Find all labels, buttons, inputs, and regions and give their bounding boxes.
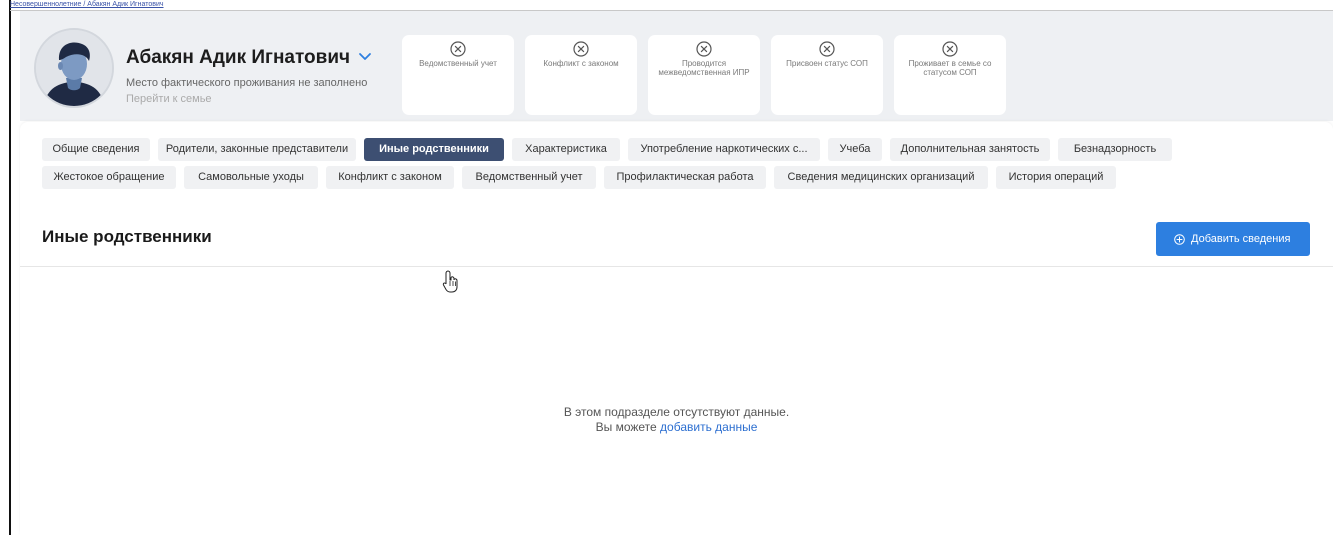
status-card-label: Проживает в семье со статусом СОП (908, 59, 992, 77)
tab-general-info[interactable]: Общие сведения (42, 138, 150, 161)
empty-state-action-line: Вы можете добавить данные (20, 420, 1333, 435)
chevron-down-icon[interactable] (358, 51, 372, 63)
content-panel: Общие сведения Родители, законные предст… (20, 122, 1333, 535)
empty-state: В этом подразделе отсутствуют данные. Вы… (20, 405, 1333, 435)
tab-medical-info[interactable]: Сведения медицинских организаций (774, 166, 988, 189)
x-circle-icon (942, 41, 958, 57)
x-circle-icon (696, 41, 712, 57)
tab-neglect[interactable]: Безнадзорность (1058, 138, 1172, 161)
status-card-sop-status: Присвоен статус СОП (771, 35, 883, 115)
status-card-label: Конфликт с законом (543, 59, 619, 68)
tab-conflict-with-law[interactable]: Конфликт с законом (326, 166, 454, 189)
tab-drug-use[interactable]: Употребление наркотических с... (628, 138, 820, 161)
avatar (34, 28, 114, 108)
tab-abuse[interactable]: Жестокое обращение (42, 166, 176, 189)
status-card-conflict-with-law: Конфликт с законом (525, 35, 637, 115)
tab-extra-activities[interactable]: Дополнительная занятость (890, 138, 1050, 161)
add-info-button-label: Добавить сведения (1191, 233, 1291, 246)
tab-operation-history[interactable]: История операций (996, 166, 1116, 189)
x-circle-icon (573, 41, 589, 57)
tab-characteristics[interactable]: Характеристика (512, 138, 620, 161)
breadcrumb[interactable]: Несовершеннолетние / Абакян Адик Игнатов… (10, 0, 164, 10)
empty-state-message: В этом подразделе отсутствуют данные. (563, 405, 790, 419)
section-title: Иные родственники (42, 227, 212, 246)
address-text: Место фактического проживания не заполне… (126, 77, 368, 89)
status-card-interdepartmental-ipr: Проводится межведомственная ИПР (648, 35, 760, 115)
tab-departmental-registration[interactable]: Ведомственный учет (462, 166, 596, 189)
status-card-family-sop: Проживает в семье со статусом СОП (894, 35, 1006, 115)
tab-preventive-work[interactable]: Профилактическая работа (604, 166, 766, 189)
add-info-button[interactable]: Добавить сведения (1156, 222, 1310, 256)
tab-other-relatives[interactable]: Иные родственники (364, 138, 504, 161)
tab-runaways[interactable]: Самовольные уходы (184, 166, 318, 189)
hand-cursor-icon (442, 270, 458, 293)
go-to-family-link[interactable]: Перейти к семье (126, 93, 212, 105)
profile-header: Абакян Адик Игнатович Место фактического… (20, 11, 1333, 121)
person-avatar-icon (36, 30, 112, 106)
left-border (9, 0, 11, 535)
add-data-link[interactable]: добавить данные (660, 420, 757, 434)
status-card-label: Ведомственный учет (419, 59, 497, 68)
x-circle-icon (450, 41, 466, 57)
tab-study[interactable]: Учеба (828, 138, 882, 161)
status-card-label: Присвоен статус СОП (786, 59, 868, 68)
tab-parents[interactable]: Родители, законные представители (158, 138, 356, 161)
person-name: Абакян Адик Игнатович (126, 47, 351, 68)
x-circle-icon (819, 41, 835, 57)
section-divider (20, 266, 1333, 267)
empty-state-prefix: Вы можете (595, 420, 657, 434)
status-card-label: Проводится межведомственная ИПР (658, 59, 750, 77)
plus-circle-icon (1174, 233, 1185, 245)
status-card-departmental-registration: Ведомственный учет (402, 35, 514, 115)
